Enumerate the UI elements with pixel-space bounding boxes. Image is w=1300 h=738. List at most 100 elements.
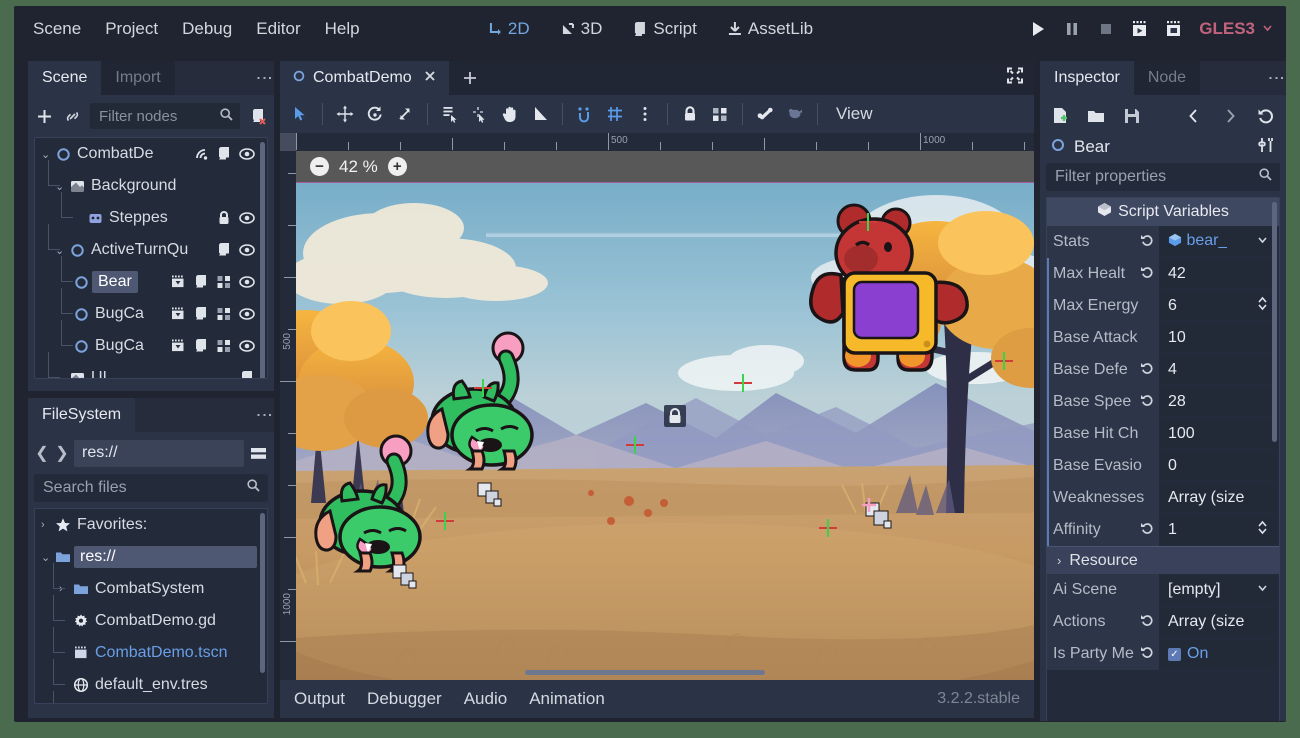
inspector-scrollbar[interactable]	[1272, 202, 1277, 442]
filesystem-item-combatdemo-tscn[interactable]: CombatDemo.tscn	[35, 637, 267, 669]
zoom-out-button[interactable]: −	[310, 157, 329, 176]
filesystem-item-icon-png[interactable]: icon.png	[35, 701, 267, 704]
pause-icon[interactable]	[1063, 20, 1081, 38]
property-value-base-defense[interactable]: 4	[1160, 356, 1277, 384]
lock-icon[interactable]	[676, 100, 704, 128]
revert-icon[interactable]	[1140, 613, 1154, 632]
list-select-tool-icon[interactable]	[436, 100, 464, 128]
view-menu-button[interactable]: View	[826, 104, 883, 124]
scene-tree-row-steppes[interactable]: Steppes	[35, 202, 267, 234]
script-icon[interactable]	[216, 146, 232, 162]
bottom-tab-audio[interactable]: Audio	[464, 689, 507, 709]
viewport-horizontal-scrollbar[interactable]	[525, 670, 765, 675]
menu-debug[interactable]: Debug	[171, 15, 243, 43]
inspector-dock-menu-icon[interactable]: ⋮	[1272, 70, 1280, 87]
snap-mode-icon[interactable]	[571, 100, 599, 128]
tab-node[interactable]: Node	[1134, 61, 1200, 95]
object-tools-icon[interactable]	[1258, 136, 1276, 159]
scene-filter-input[interactable]: Filter nodes	[90, 103, 240, 129]
inspector-filter-input[interactable]: Filter properties	[1046, 163, 1280, 191]
open-resource-icon[interactable]	[1086, 106, 1106, 126]
history-icon[interactable]	[1256, 106, 1276, 126]
group-icon[interactable]	[216, 338, 232, 354]
signal-icon[interactable]	[193, 146, 209, 162]
new-resource-icon[interactable]	[1050, 106, 1070, 126]
chevron-right-icon[interactable]: ›	[1057, 553, 1061, 568]
revert-icon[interactable]	[1140, 521, 1154, 540]
chevron-right-icon[interactable]: ❯	[54, 443, 70, 463]
property-value-base-evasion[interactable]: 0	[1160, 452, 1277, 480]
plus-icon[interactable]	[449, 61, 491, 95]
game-scene-render[interactable]	[296, 183, 1034, 680]
revert-icon[interactable]	[1140, 233, 1154, 252]
visibility-icon[interactable]	[239, 210, 255, 226]
bottom-tab-debugger[interactable]: Debugger	[367, 689, 442, 709]
property-value-ai-scene[interactable]: [empty]	[1160, 576, 1277, 604]
menu-help[interactable]: Help	[314, 15, 371, 43]
visibility-icon[interactable]	[239, 274, 255, 290]
scene-tree-row-combatdemo[interactable]: ⌄ CombatDe	[35, 138, 267, 170]
filesystem-item-default-env[interactable]: default_env.tres	[35, 669, 267, 701]
chevron-down-icon[interactable]	[1256, 233, 1269, 251]
instance-icon[interactable]	[170, 306, 186, 322]
menu-project[interactable]: Project	[94, 15, 169, 43]
visibility-icon[interactable]	[239, 306, 255, 322]
filesystem-path-input[interactable]: res://	[74, 440, 244, 467]
revert-icon[interactable]	[1140, 393, 1154, 412]
instance-icon[interactable]	[170, 338, 186, 354]
scene-tab-combatdemo[interactable]: CombatDemo	[280, 61, 449, 95]
property-value-base-attack[interactable]: 10	[1160, 324, 1277, 352]
lock-icon[interactable]	[216, 210, 232, 226]
instance-icon[interactable]	[170, 274, 186, 290]
history-back-icon[interactable]	[1184, 106, 1204, 126]
script-remove-icon[interactable]	[248, 106, 268, 126]
visibility-icon[interactable]	[239, 242, 255, 258]
script-icon[interactable]	[216, 242, 232, 258]
pan-tool-icon[interactable]	[496, 100, 524, 128]
property-value-base-hit-chance[interactable]: 100	[1160, 420, 1277, 448]
bone-icon[interactable]	[751, 100, 779, 128]
snap-config-icon[interactable]	[601, 100, 629, 128]
split-mode-icon[interactable]	[248, 443, 268, 463]
checkbox-checked-icon[interactable]: ✓	[1168, 648, 1181, 661]
bottom-tab-output[interactable]: Output	[294, 689, 345, 709]
renderer-selector[interactable]: GLES3	[1199, 19, 1274, 39]
property-value-is-party-member[interactable]: ✓ On	[1160, 640, 1277, 668]
property-value-max-health[interactable]: 42	[1160, 260, 1277, 288]
group-icon[interactable]	[216, 306, 232, 322]
canvas-viewport[interactable]: 500 1000 500	[280, 133, 1034, 680]
visibility-icon[interactable]	[239, 338, 255, 354]
select-tool-icon[interactable]	[286, 100, 314, 128]
spinner-icon[interactable]	[1256, 520, 1269, 540]
spinner-icon[interactable]	[1256, 296, 1269, 316]
revert-icon[interactable]	[1140, 645, 1154, 664]
revert-icon[interactable]	[1140, 361, 1154, 380]
menu-scene[interactable]: Scene	[22, 15, 92, 43]
chevron-down-icon[interactable]: ⌄	[41, 551, 55, 564]
bottom-tab-animation[interactable]: Animation	[529, 689, 605, 709]
mode-button-script[interactable]: Script	[626, 16, 702, 42]
scene-tree-row-bugcat-2[interactable]: BugCa	[35, 330, 267, 362]
tab-inspector[interactable]: Inspector	[1040, 61, 1134, 95]
script-icon[interactable]	[239, 370, 255, 379]
play-custom-scene-icon[interactable]	[1165, 20, 1183, 38]
scene-tree-row-ui[interactable]: ⌄ UI	[35, 362, 267, 379]
scale-tool-icon[interactable]	[391, 100, 419, 128]
property-value-weaknesses[interactable]: Array (size	[1160, 484, 1277, 512]
chevron-left-icon[interactable]: ❮	[34, 443, 50, 463]
property-value-stats[interactable]: bear_	[1160, 228, 1277, 256]
group-icon[interactable]	[706, 100, 734, 128]
rotate-tool-icon[interactable]	[361, 100, 389, 128]
zoom-in-button[interactable]: +	[388, 157, 407, 176]
play-scene-icon[interactable]	[1131, 20, 1149, 38]
tab-import[interactable]: Import	[101, 61, 174, 95]
mode-button-2d[interactable]: 2D	[481, 16, 536, 42]
filesystem-item-combatdemo-gd[interactable]: CombatDemo.gd	[35, 605, 267, 637]
close-icon[interactable]	[423, 69, 437, 88]
mode-button-3d[interactable]: 3D	[554, 16, 609, 42]
revert-icon[interactable]	[1140, 265, 1154, 284]
filesystem-item-combatsystem[interactable]: › CombatSystem	[35, 573, 267, 605]
tab-filesystem[interactable]: FileSystem	[28, 398, 135, 432]
pivot-tool-icon[interactable]	[466, 100, 494, 128]
chevron-right-icon[interactable]: ›	[41, 519, 55, 531]
